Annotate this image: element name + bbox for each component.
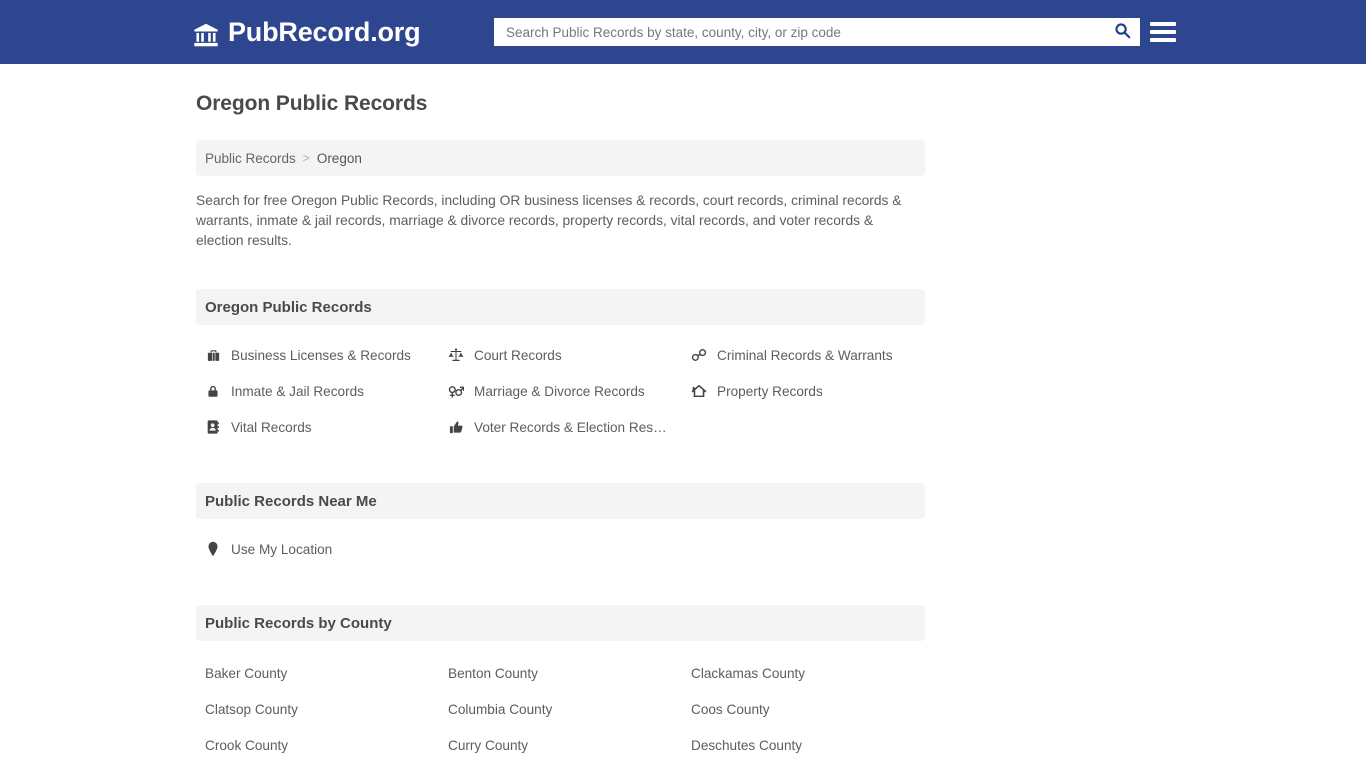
county-link[interactable]: Grant County bbox=[682, 763, 925, 768]
search-button[interactable] bbox=[1105, 19, 1139, 45]
record-link-label: Inmate & Jail Records bbox=[231, 383, 364, 399]
section-header-counties: Public Records by County bbox=[196, 605, 925, 641]
site-header: PubRecord.org bbox=[0, 0, 1366, 64]
record-link-label: Marriage & Divorce Records bbox=[474, 383, 645, 399]
hamburger-menu-icon[interactable] bbox=[1150, 19, 1176, 45]
near-me-link-grid: Use My Location bbox=[196, 531, 925, 567]
county-link[interactable]: Curry County bbox=[439, 727, 682, 763]
county-link[interactable]: Columbia County bbox=[439, 691, 682, 727]
breadcrumb-separator: > bbox=[302, 151, 310, 165]
venus-mars-icon bbox=[448, 383, 464, 399]
balance-scale-icon bbox=[448, 347, 464, 363]
record-link-use-my-location[interactable]: Use My Location bbox=[196, 531, 439, 567]
site-logo-link[interactable]: PubRecord.org bbox=[193, 0, 421, 64]
home-icon bbox=[691, 383, 707, 399]
record-link-label: Use My Location bbox=[231, 541, 333, 557]
record-link-label: Business Licenses & Records bbox=[231, 347, 411, 363]
county-link-grid: Baker County Benton County Clackamas Cou… bbox=[196, 655, 925, 768]
page-container: Oregon Public Records Public Records > O… bbox=[0, 92, 1366, 768]
page-description: Search for free Oregon Public Records, i… bbox=[196, 193, 902, 248]
id-card-icon bbox=[205, 419, 221, 435]
record-link-business-licenses[interactable]: Business Licenses & Records bbox=[196, 337, 439, 373]
search-icon bbox=[1114, 22, 1131, 42]
page-title: Oregon Public Records bbox=[196, 92, 428, 115]
record-link-label: Voter Records & Election Res… bbox=[474, 419, 667, 435]
breadcrumb-item-public-records[interactable]: Public Records bbox=[205, 151, 296, 166]
hamburger-bar bbox=[1150, 30, 1176, 34]
record-link-label: Property Records bbox=[717, 383, 823, 399]
map-pin-icon bbox=[205, 541, 221, 557]
record-link-criminal-records[interactable]: Criminal Records & Warrants bbox=[682, 337, 925, 373]
record-link-inmate-jail[interactable]: Inmate & Jail Records bbox=[196, 373, 439, 409]
section-header-records: Oregon Public Records bbox=[196, 289, 925, 325]
county-link[interactable]: Deschutes County bbox=[682, 727, 925, 763]
search-input[interactable] bbox=[495, 19, 1105, 45]
records-link-grid: Business Licenses & Records Court Record… bbox=[196, 337, 925, 445]
record-link-court-records[interactable]: Court Records bbox=[439, 337, 682, 373]
site-logo-text: PubRecord.org bbox=[228, 16, 421, 47]
county-link[interactable]: Clatsop County bbox=[196, 691, 439, 727]
breadcrumb-item-oregon: Oregon bbox=[316, 150, 362, 166]
record-link-property-records[interactable]: Property Records bbox=[682, 373, 925, 409]
county-link[interactable]: Clackamas County bbox=[682, 655, 925, 691]
university-building-icon bbox=[193, 20, 219, 47]
record-link-label: Vital Records bbox=[231, 419, 312, 435]
county-link[interactable]: Gilliam County bbox=[439, 763, 682, 768]
county-link[interactable]: Coos County bbox=[682, 691, 925, 727]
section-header-near-me: Public Records Near Me bbox=[196, 483, 925, 519]
thumbs-up-icon bbox=[448, 419, 464, 435]
record-link-label: Criminal Records & Warrants bbox=[717, 347, 893, 363]
record-link-voter-records[interactable]: Voter Records & Election Res… bbox=[439, 409, 682, 445]
county-link[interactable]: Crook County bbox=[196, 727, 439, 763]
record-link-vital-records[interactable]: Vital Records bbox=[196, 409, 439, 445]
main-content: Oregon Public Records Public Records > O… bbox=[196, 92, 925, 768]
lock-icon bbox=[205, 383, 221, 399]
record-link-marriage-divorce[interactable]: Marriage & Divorce Records bbox=[439, 373, 682, 409]
hamburger-bar bbox=[1150, 38, 1176, 42]
record-link-label: Court Records bbox=[474, 347, 562, 363]
search-bar bbox=[494, 18, 1140, 46]
handcuffs-icon bbox=[691, 347, 707, 363]
county-link[interactable]: Douglas County bbox=[196, 763, 439, 768]
county-link[interactable]: Benton County bbox=[439, 655, 682, 691]
briefcase-icon bbox=[205, 347, 221, 363]
hamburger-bar bbox=[1150, 22, 1176, 26]
county-link[interactable]: Baker County bbox=[196, 655, 439, 691]
breadcrumb: Public Records > Oregon bbox=[196, 140, 925, 176]
